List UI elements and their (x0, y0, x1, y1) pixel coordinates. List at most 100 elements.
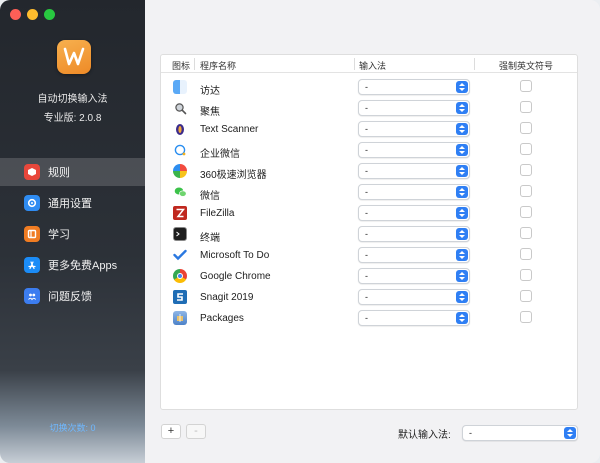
wechat-icon (173, 185, 187, 199)
table-row[interactable]: 微信 - (161, 182, 577, 203)
default-input-method-select[interactable]: - (462, 425, 578, 441)
force-english-checkbox[interactable] (520, 206, 532, 218)
snagit-icon (173, 290, 187, 304)
table-row[interactable]: Google Chrome - (161, 266, 577, 287)
force-english-checkbox[interactable] (520, 143, 532, 155)
feedback-icon (24, 288, 40, 304)
force-english-checkbox[interactable] (520, 227, 532, 239)
input-method-select[interactable]: - (358, 79, 470, 95)
chevron-updown-icon (456, 207, 468, 219)
sidebar-item-general-settings[interactable]: 通用设置 (0, 189, 145, 217)
chevron-updown-icon (456, 144, 468, 156)
app-name: Google Chrome (200, 271, 271, 282)
sidebar-nav: 规则 通用设置 学习 更多免费Apps 问题反馈 (0, 158, 145, 313)
column-divider (194, 58, 195, 70)
input-method-select[interactable]: - (358, 184, 470, 200)
terminal-icon (173, 227, 187, 241)
column-header-input-method[interactable]: 输入法 (359, 59, 386, 72)
column-header-name[interactable]: 程序名称 (200, 59, 236, 72)
table-row[interactable]: 聚焦 - (161, 98, 577, 119)
sidebar-item-label: 通用设置 (48, 198, 92, 210)
selected-value: - (365, 103, 368, 113)
table-row[interactable]: Microsoft To Do - (161, 245, 577, 266)
gear-icon (24, 195, 40, 211)
force-english-checkbox[interactable] (520, 290, 532, 302)
chevron-updown-icon (564, 427, 576, 439)
force-english-checkbox[interactable] (520, 248, 532, 260)
window-controls (10, 9, 55, 20)
input-method-select[interactable]: - (358, 310, 470, 326)
input-method-select[interactable]: - (358, 121, 470, 137)
app-window: 自动切换输入法 专业版: 2.0.8 规则 通用设置 学习 更多免费Apps 问… (0, 0, 600, 463)
table-row[interactable]: Snagit 2019 - (161, 287, 577, 308)
chevron-updown-icon (456, 102, 468, 114)
switch-count: 切换次数: 0 (49, 423, 96, 433)
force-english-checkbox[interactable] (520, 80, 532, 92)
app-store-icon (24, 257, 40, 273)
selected-value: - (365, 82, 368, 92)
input-method-select[interactable]: - (358, 247, 470, 263)
chevron-updown-icon (456, 81, 468, 93)
selected-value: - (365, 271, 368, 281)
table-row[interactable]: 360极速浏览器 - (161, 161, 577, 182)
input-method-select[interactable]: - (358, 268, 470, 284)
close-window-button[interactable] (10, 9, 21, 20)
column-header-force-english[interactable]: 强制英文符号 (499, 59, 553, 72)
sidebar-item-label: 更多免费Apps (48, 260, 118, 272)
selected-value: - (365, 208, 368, 218)
text-scanner-icon (173, 122, 187, 136)
input-method-select[interactable]: - (358, 163, 470, 179)
spotlight-icon (173, 101, 187, 115)
sidebar-item-feedback[interactable]: 问题反馈 (0, 282, 145, 310)
table-header: 图标 程序名称 输入法 强制英文符号 (161, 55, 577, 73)
zoom-window-button[interactable] (44, 9, 55, 20)
sidebar-item-label: 问题反馈 (48, 291, 92, 303)
app-logo-icon (57, 40, 91, 74)
table-row[interactable]: FileZilla - (161, 203, 577, 224)
chevron-updown-icon (456, 249, 468, 261)
sidebar-item-rules[interactable]: 规则 (0, 158, 145, 186)
chevron-updown-icon (456, 228, 468, 240)
input-method-select[interactable]: - (358, 289, 470, 305)
app-title: 自动切换输入法 (37, 94, 108, 105)
force-english-checkbox[interactable] (520, 122, 532, 134)
wecom-icon (173, 143, 187, 157)
add-rule-button[interactable]: + (161, 424, 181, 439)
sidebar-item-more-apps[interactable]: 更多免费Apps (0, 251, 145, 279)
selected-value: - (365, 292, 368, 302)
force-english-checkbox[interactable] (520, 185, 532, 197)
table-row[interactable]: 终端 - (161, 224, 577, 245)
table-row[interactable]: Text Scanner - (161, 119, 577, 140)
sidebar-item-learn[interactable]: 学习 (0, 220, 145, 248)
selected-value: - (469, 428, 472, 438)
main-panel: 图标 程序名称 输入法 强制英文符号 访达 - 聚焦 - Text Scanne… (145, 0, 600, 463)
table-row[interactable]: 访达 - (161, 77, 577, 98)
app-name: 企业微信 (200, 149, 240, 160)
app-name: 终端 (200, 233, 220, 244)
input-method-select[interactable]: - (358, 205, 470, 221)
selected-value: - (365, 166, 368, 176)
selected-value: - (365, 145, 368, 155)
chrome-icon (173, 269, 187, 283)
finder-icon (173, 80, 187, 94)
input-method-select[interactable]: - (358, 142, 470, 158)
app-name: 聚焦 (200, 107, 220, 118)
app-name: 访达 (200, 86, 220, 97)
minimize-window-button[interactable] (27, 9, 38, 20)
table-row[interactable]: 企业微信 - (161, 140, 577, 161)
input-method-select[interactable]: - (358, 226, 470, 242)
app-name: FileZilla (200, 208, 235, 219)
input-method-select[interactable]: - (358, 100, 470, 116)
force-english-checkbox[interactable] (520, 311, 532, 323)
app-name: 360极速浏览器 (200, 170, 267, 181)
force-english-checkbox[interactable] (520, 164, 532, 176)
force-english-checkbox[interactable] (520, 269, 532, 281)
chevron-updown-icon (456, 123, 468, 135)
force-english-checkbox[interactable] (520, 101, 532, 113)
remove-rule-button[interactable]: - (186, 424, 206, 439)
app-name: 微信 (200, 191, 220, 202)
table-row[interactable]: Packages - (161, 308, 577, 329)
filezilla-icon (173, 206, 187, 220)
360-browser-icon (173, 164, 187, 178)
column-header-icon[interactable]: 图标 (172, 59, 190, 72)
